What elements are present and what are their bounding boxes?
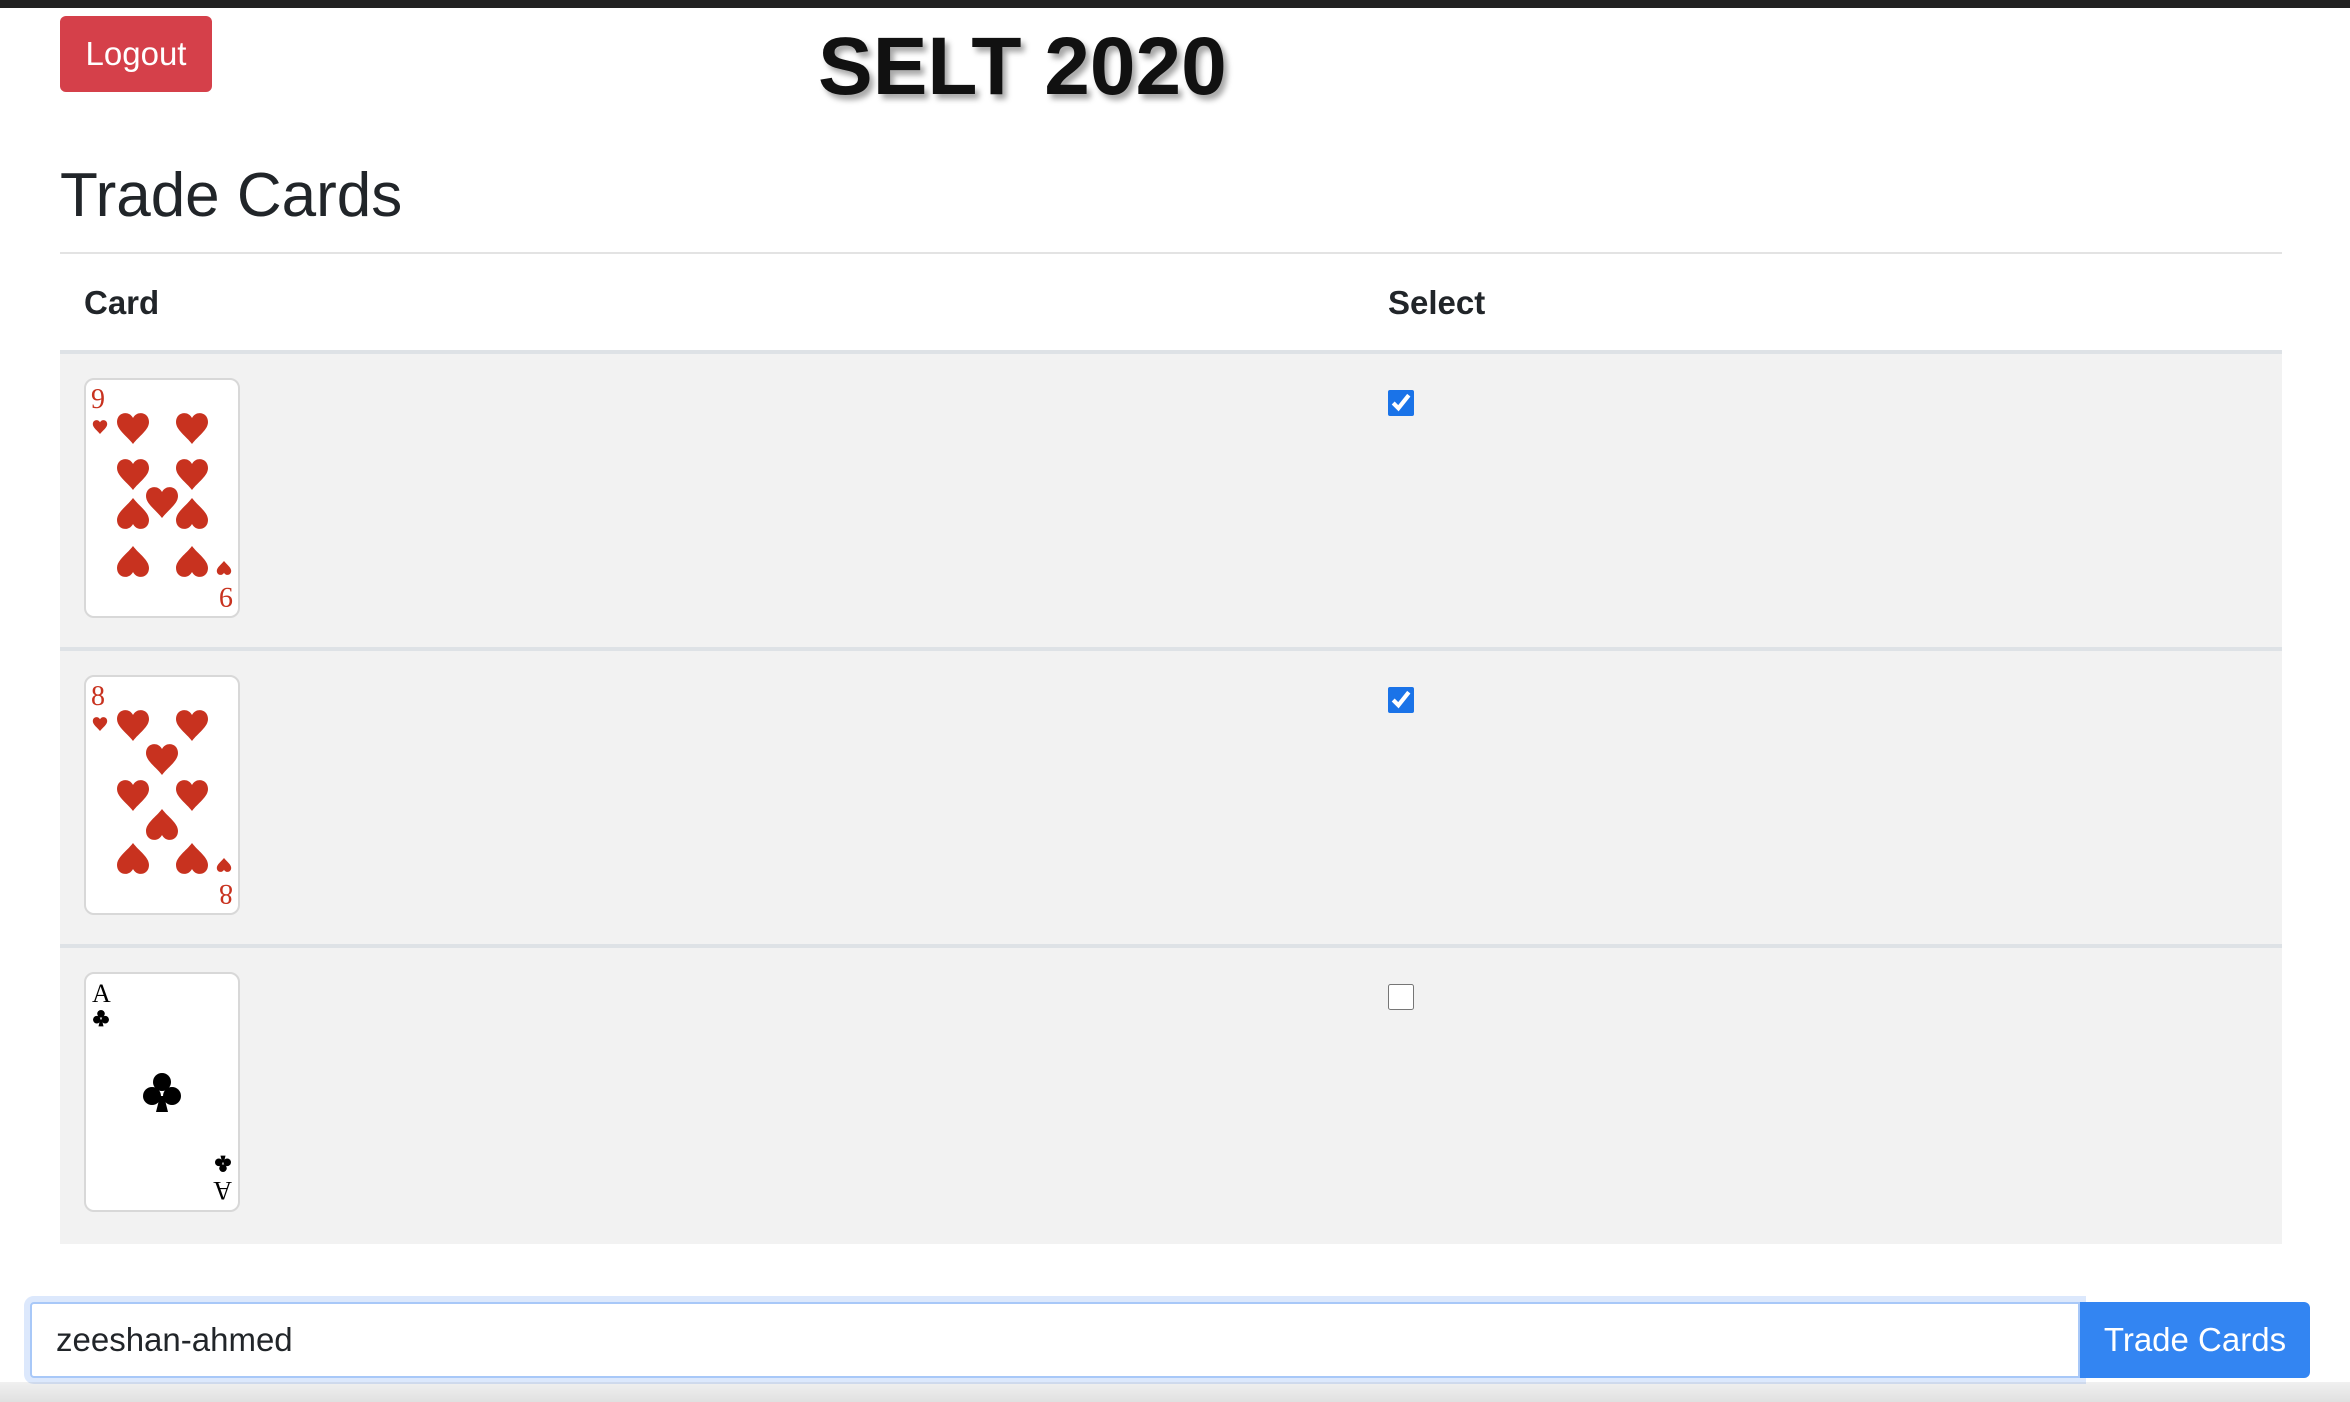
page-title: Trade Cards <box>60 161 403 230</box>
eight-of-hearts-card-icon: 8 8 <box>91 681 233 909</box>
logout-button[interactable]: Logout <box>60 16 212 92</box>
svg-text:A: A <box>92 979 111 1008</box>
svg-text:A: A <box>213 1176 232 1205</box>
table-row: 8 8 <box>60 651 2282 948</box>
card-select-checkbox[interactable] <box>1388 687 1414 713</box>
app-title: SELT 2020 <box>818 21 1227 112</box>
ace-of-clubs-card-icon: A A <box>92 979 232 1205</box>
page-bottom-shadow <box>0 1382 2350 1402</box>
eight-of-hearts-card: 8 8 <box>84 675 240 915</box>
svg-text:8: 8 <box>91 681 105 712</box>
table-row: A A <box>60 948 2282 1244</box>
table-row: 9 9 <box>60 354 2282 651</box>
nine-of-hearts-card-icon: 9 9 <box>91 384 233 612</box>
trade-partner-input[interactable] <box>30 1302 2080 1378</box>
card-select-checkbox[interactable] <box>1388 984 1414 1010</box>
svg-text:8: 8 <box>219 878 233 909</box>
browser-top-bar <box>0 0 2350 8</box>
svg-text:9: 9 <box>91 384 105 415</box>
card-select-checkbox[interactable] <box>1388 390 1414 416</box>
svg-text:9: 9 <box>219 581 233 612</box>
nine-of-hearts-card: 9 9 <box>84 378 240 618</box>
ace-of-clubs-card: A A <box>84 972 240 1212</box>
column-header-card: Card <box>84 284 160 321</box>
trade-cards-button[interactable]: Trade Cards <box>2080 1302 2310 1378</box>
column-header-select: Select <box>1388 284 1486 321</box>
cards-table: Card Select 9 9 8 8 A A <box>60 254 2282 1244</box>
table-header: Card Select <box>60 254 2282 354</box>
